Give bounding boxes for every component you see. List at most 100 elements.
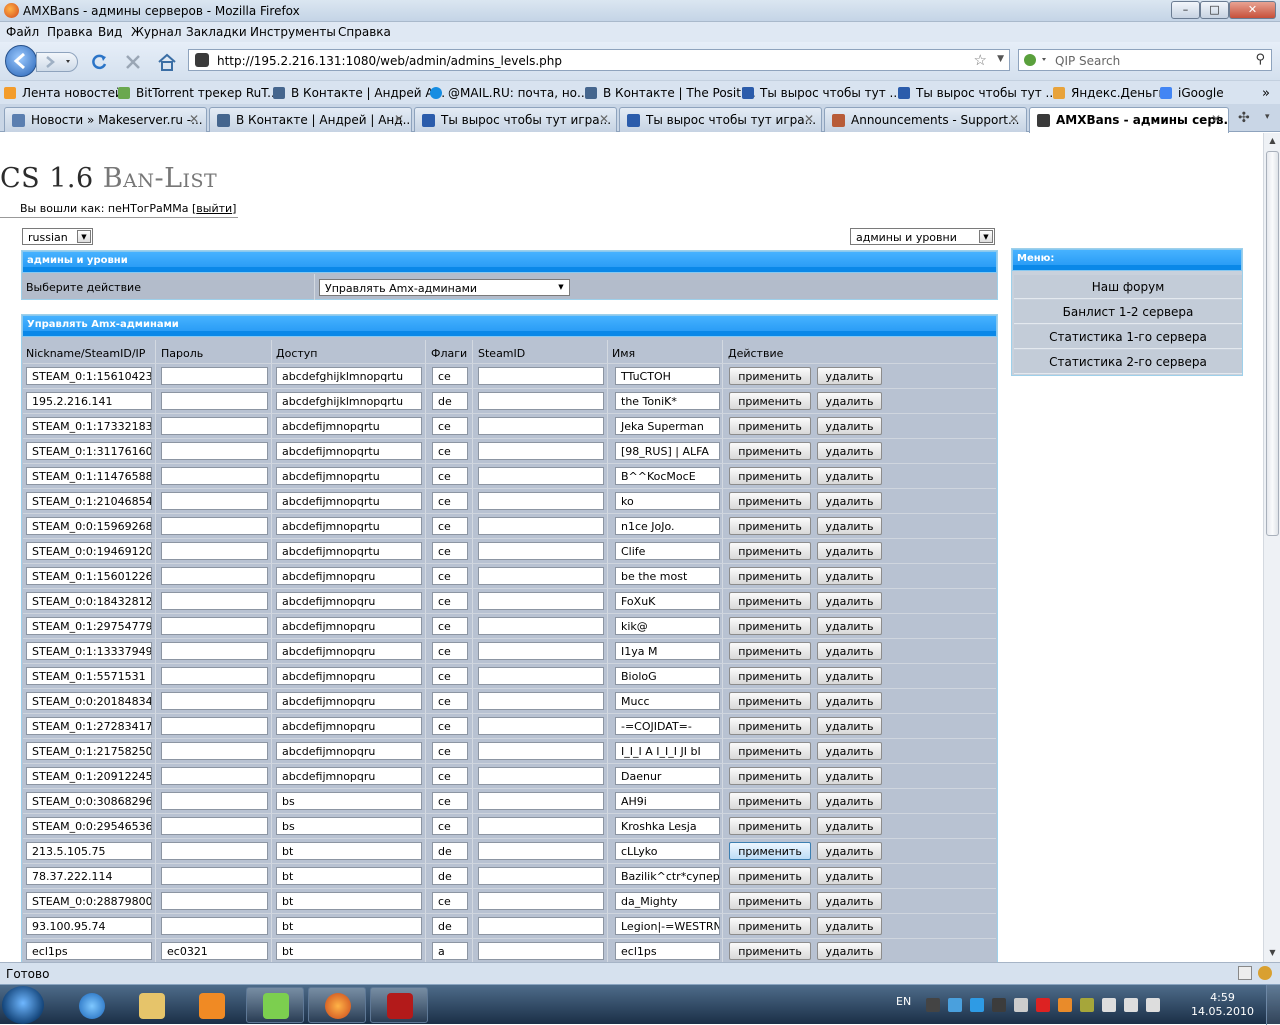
delete-button[interactable]: удалить xyxy=(817,917,882,935)
password-field[interactable] xyxy=(161,892,268,910)
steamid-field[interactable] xyxy=(478,467,604,485)
access-field[interactable]: abcdefijmnopqru xyxy=(276,667,422,685)
apply-button[interactable]: применить xyxy=(729,667,811,685)
logout-link[interactable]: выйти xyxy=(196,202,232,215)
delete-button[interactable]: удалить xyxy=(817,517,882,535)
tab-list-icon[interactable]: ▾ xyxy=(1265,112,1270,122)
language-indicator[interactable]: EN xyxy=(896,995,911,1008)
history-dropdown-icon[interactable]: ▼ xyxy=(997,54,1004,64)
password-field[interactable] xyxy=(161,842,268,860)
password-field[interactable] xyxy=(161,917,268,935)
name-field[interactable]: Jeka Superman xyxy=(615,417,720,435)
apply-button[interactable]: применить xyxy=(729,692,811,710)
bookmark-star-icon[interactable]: ☆ xyxy=(974,51,987,69)
flags-field[interactable]: ce xyxy=(432,517,468,535)
delete-button[interactable]: удалить xyxy=(817,392,882,410)
name-field[interactable]: [98_RUS] | ALFA xyxy=(615,442,720,460)
name-field[interactable]: cLLyko xyxy=(615,842,720,860)
name-field[interactable]: Mucc xyxy=(615,692,720,710)
name-field[interactable]: Daenur xyxy=(615,767,720,785)
stop-icon[interactable] xyxy=(123,52,143,72)
search-placeholder[interactable]: QIP Search xyxy=(1055,54,1120,68)
password-field[interactable] xyxy=(161,492,268,510)
apply-button[interactable]: применить xyxy=(729,742,811,760)
nickname-steamid-field[interactable]: STEAM_0:1:15610423 xyxy=(26,367,152,385)
browser-tab[interactable]: В Контакте | Андрей | Анд... ✕ xyxy=(209,107,412,132)
url-text[interactable]: http://195.2.216.131:1080/web/admin/admi… xyxy=(217,54,562,68)
menu-file[interactable]: Файл xyxy=(6,25,39,39)
browser-tab[interactable]: Новости » Makeserver.ru -... ✕ xyxy=(4,107,207,132)
delete-button[interactable]: удалить xyxy=(817,617,882,635)
tab-close-icon[interactable]: ✕ xyxy=(189,112,199,126)
password-field[interactable] xyxy=(161,417,268,435)
steamid-field[interactable] xyxy=(478,692,604,710)
show-desktop-button[interactable] xyxy=(1266,985,1280,1025)
flags-field[interactable]: de xyxy=(432,392,468,410)
delete-button[interactable]: удалить xyxy=(817,692,882,710)
browser-tab-active[interactable]: AMXBans - админы серв... ✕ xyxy=(1029,107,1229,133)
access-field[interactable]: abcdefijmnopqru xyxy=(276,717,422,735)
search-bar[interactable]: QIP Search ⚲ xyxy=(1018,49,1272,71)
bookmark-item[interactable]: Ты вырос чтобы тут ... xyxy=(898,86,1057,100)
browser-tab[interactable]: Announcements - Support... ✕ xyxy=(824,107,1027,132)
flags-field[interactable]: ce xyxy=(432,692,468,710)
password-field[interactable] xyxy=(161,742,268,760)
nickname-steamid-field[interactable]: STEAM_0:0:28879800 xyxy=(26,892,152,910)
menu-edit[interactable]: Правка xyxy=(47,25,93,39)
minimize-button[interactable]: – xyxy=(1171,1,1200,19)
apply-button[interactable]: применить xyxy=(729,767,811,785)
password-field[interactable] xyxy=(161,542,268,560)
steamid-field[interactable] xyxy=(478,767,604,785)
tab-close-icon[interactable]: ✕ xyxy=(394,112,404,126)
apply-button[interactable]: применить xyxy=(729,417,811,435)
name-field[interactable]: -=COJIDAT=- xyxy=(615,717,720,735)
apply-button[interactable]: применить xyxy=(729,517,811,535)
password-field[interactable] xyxy=(161,617,268,635)
access-field[interactable]: abcdefghijklmnopqrtu xyxy=(276,392,422,410)
browser-tab[interactable]: Ты вырос чтобы тут игра... ✕ xyxy=(619,107,822,132)
nickname-steamid-field[interactable]: STEAM_0:1:11476588 xyxy=(26,467,152,485)
password-field[interactable] xyxy=(161,767,268,785)
bookmark-item[interactable]: iGoogle xyxy=(1160,86,1224,100)
steamid-field[interactable] xyxy=(478,492,604,510)
reload-icon[interactable] xyxy=(89,52,109,72)
bookmark-item[interactable]: BitTorrent трекер RuT... xyxy=(118,86,279,100)
delete-button[interactable]: удалить xyxy=(817,867,882,885)
start-button[interactable] xyxy=(2,986,44,1024)
address-bar[interactable]: http://195.2.216.131:1080/web/admin/admi… xyxy=(188,49,1010,71)
forward-icon[interactable] xyxy=(36,52,78,72)
nickname-steamid-field[interactable]: 78.37.222.114 xyxy=(26,867,152,885)
name-field[interactable]: I_I_I A I_I_I JI bI xyxy=(615,742,720,760)
steamid-field[interactable] xyxy=(478,792,604,810)
access-field[interactable]: bt xyxy=(276,867,422,885)
access-field[interactable]: abcdefijmnopqrtu xyxy=(276,417,422,435)
nickname-steamid-field[interactable]: ecl1ps xyxy=(26,942,152,960)
steamid-field[interactable] xyxy=(478,717,604,735)
nickname-steamid-field[interactable]: 195.2.216.141 xyxy=(26,392,152,410)
steamid-field[interactable] xyxy=(478,617,604,635)
flags-field[interactable]: ce xyxy=(432,492,468,510)
internet-explorer-button[interactable] xyxy=(62,987,120,1023)
name-field[interactable]: n1ce JoJo. xyxy=(615,517,720,535)
name-field[interactable]: ecl1ps xyxy=(615,942,720,960)
flags-field[interactable]: ce xyxy=(432,592,468,610)
access-field[interactable]: abcdefijmnopqru xyxy=(276,692,422,710)
delete-button[interactable]: удалить xyxy=(817,667,882,685)
flags-field[interactable]: ce xyxy=(432,367,468,385)
sidebar-item-banlist[interactable]: Банлист 1-2 сервера xyxy=(1014,300,1242,324)
delete-button[interactable]: удалить xyxy=(817,367,882,385)
delete-button[interactable]: удалить xyxy=(817,492,882,510)
password-field[interactable] xyxy=(161,692,268,710)
flags-field[interactable]: ce xyxy=(432,417,468,435)
flags-field[interactable]: ce xyxy=(432,667,468,685)
menu-history[interactable]: Журнал xyxy=(131,25,182,39)
access-field[interactable]: abcdefijmnopqru xyxy=(276,742,422,760)
steamid-field[interactable] xyxy=(478,392,604,410)
access-field[interactable]: abcdefijmnopqrtu xyxy=(276,467,422,485)
delete-button[interactable]: удалить xyxy=(817,742,882,760)
steamid-field[interactable] xyxy=(478,592,604,610)
name-field[interactable]: ko xyxy=(615,492,720,510)
flags-field[interactable]: de xyxy=(432,917,468,935)
flags-field[interactable]: ce xyxy=(432,767,468,785)
nickname-steamid-field[interactable]: STEAM_0:0:18432812 xyxy=(26,592,152,610)
